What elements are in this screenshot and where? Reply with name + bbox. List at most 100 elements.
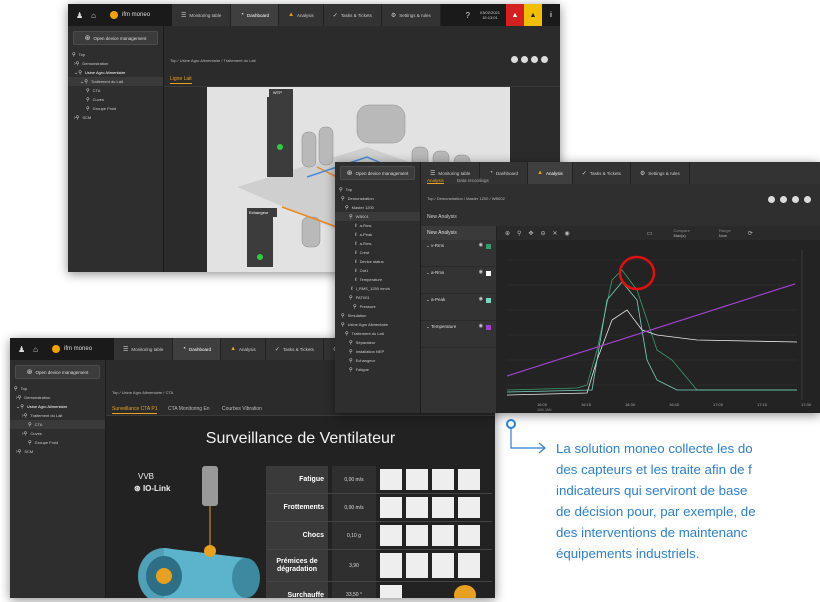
refresh-icon[interactable]: ⟳ [748,230,753,237]
series-item[interactable]: ⌄ a-Rms ◉ [421,267,496,294]
tree-item[interactable]: ⚲ Echangeur [335,356,420,365]
tree-item[interactable]: ⚲ Simulation [335,311,420,320]
tab-settings[interactable]: ⚙ Settings & rules [382,4,441,26]
series-color-swatch[interactable] [486,325,491,330]
tree-item[interactable]: ⚲ Demonstration [335,194,420,203]
tab-courbes-vibration[interactable]: Courbes Vibration [222,406,262,412]
open-device-management-button[interactable]: ⊛ Open device management [15,365,100,379]
zoom-in-icon[interactable]: ⊕ [505,230,510,237]
alarm-badge[interactable]: ▲ [506,4,524,26]
tree-item-usine[interactable]: ⌄⚲ Usine Agro Alimentaire [10,402,105,411]
series-item[interactable]: ⌄ Temperature ◉ [421,321,496,348]
tab-ligne-lait[interactable]: Ligne Lait [170,76,192,84]
node-icon: ⚲ [86,96,90,103]
ruler-icon[interactable]: ▭ [647,230,653,237]
tab-settings[interactable]: ⚙ Settings & rules [631,162,690,184]
eye-icon[interactable]: ◉ [479,269,483,275]
tree-item[interactable]: ⚲ Traitement du Lait [335,329,420,338]
tab-analysis[interactable]: ▲ Analysis [221,338,266,360]
info-icon[interactable]: i [542,4,560,26]
tree-item-demonstration[interactable]: ›⚲ Demonstration [68,59,163,68]
pin-icon[interactable] [521,56,528,63]
reset-icon[interactable]: ✕ [553,230,558,237]
compare-select[interactable]: Compare Max(s) [673,228,689,238]
add-icon[interactable] [511,56,518,63]
tree-item-cta[interactable]: ⚲ CTA [68,86,163,95]
tab-monitoring-table[interactable]: ☰ Monitoring table [114,338,174,360]
series-list: ⌄ v-Rms ◉ ⌄ a-Rms ◉ ⌄ a-Peak ◉ ⌄ Temperature ◉ [421,240,496,348]
tree-item-groupe-froid[interactable]: ⚲ Groupe Froid [68,104,163,113]
pan-icon[interactable]: ✥ [528,230,533,237]
warning-badge[interactable]: ▲ [524,4,542,26]
tree-item-scm[interactable]: ›⚲ SCM [68,113,163,122]
eye-icon[interactable]: ◉ [479,296,483,302]
tab-analysis[interactable]: ▲ Analysis [528,162,573,184]
save-icon[interactable] [792,196,799,203]
edit-icon[interactable] [531,56,538,63]
series-item[interactable]: ⌄ v-Rms ◉ [421,240,496,267]
download-icon[interactable] [768,196,775,203]
tab-surveillance-cta[interactable]: Surveillance CTA P1 [112,406,158,414]
home-icon[interactable]: ⌂ [33,345,38,354]
tree-item[interactable]: ⚲ WB001 [335,212,420,221]
tree-item-traitement[interactable]: ›⚲ Traitement du Lait [10,411,105,420]
series-color-swatch[interactable] [486,244,491,249]
tab-tasks[interactable]: ✓ Tasks & Tickets [266,338,324,360]
tree-item[interactable]: ℓ Out1 [335,266,420,275]
eye-icon[interactable]: ◉ [479,323,483,329]
zoom-out-icon[interactable]: ⊖ [540,230,545,237]
tree-item[interactable]: ℓ a-Rms [335,239,420,248]
tree-item-groupe-froid[interactable]: ⚲ Groupe Froid [10,438,105,447]
tab-dashboard[interactable]: ◔ Dashboard [231,4,280,26]
tree-item[interactable]: ℓ Device status [335,257,420,266]
tree-item-traitement[interactable]: ⌄⚲ Traitement du Lait [68,77,163,86]
tree-item[interactable]: ⚲ PAT001 [335,293,420,302]
bearing-icon [432,553,454,578]
tree-item[interactable]: ⚲ Installation NEP [335,347,420,356]
tree-item-cta[interactable]: ⚲ CTA [10,420,105,429]
help-icon[interactable]: ? [466,11,470,20]
series-color-swatch[interactable] [486,298,491,303]
add-icon[interactable] [780,196,787,203]
tree-item[interactable]: ⚲ Pressure [335,302,420,311]
home-icon[interactable]: ⌂ [91,11,96,20]
tab-tasks[interactable]: ✓ Tasks & Tickets [324,4,382,26]
tree-item-usine[interactable]: ⌄⚲ Usine Agro Alimentaire [68,68,163,77]
tab-cta-monitoring[interactable]: CTA Monitoring En [168,406,210,412]
tree-item[interactable]: ⚲ Master 1200 [335,203,420,212]
caption-line: La solution moneo collecte les do [556,441,753,456]
tree-item[interactable]: ℓ a-Peak [335,230,420,239]
user-icon[interactable]: ♟ [76,11,83,20]
tree-item-cuves[interactable]: ›⚲ Cuves [10,429,105,438]
tree-item-scm[interactable]: ›⚲ SCM [10,447,105,456]
tree-item-demonstration[interactable]: ›⚲ Demonstration [10,393,105,402]
delete-icon[interactable] [804,196,811,203]
tree-item[interactable]: ⚲ Fatigue [335,365,420,374]
tab-tasks[interactable]: ✓ Tasks & Tickets [573,162,631,184]
tree-item[interactable]: ℓ a-Rms [335,221,420,230]
tab-analysis[interactable]: ▲ Analysis [279,4,324,26]
tab-monitoring-table[interactable]: ☰ Monitoring table [172,4,232,26]
range-select[interactable]: Range Now [719,228,731,238]
open-device-management-button[interactable]: ⊛ Open device management [340,166,415,180]
tree-item-top[interactable]: ⚲ Top [10,384,105,393]
tree-item[interactable]: ℓ Crest [335,248,420,257]
tab-dashboard[interactable]: ◔ Dashboard [173,338,222,360]
tree-item[interactable]: ℓ I_RMS_1250 mm/s [335,284,420,293]
tree-item[interactable]: ⚲ Séparateur [335,338,420,347]
series-color-swatch[interactable] [486,271,491,276]
tree-item-cuves[interactable]: ⚲ Cuves [68,95,163,104]
tree-item[interactable]: ⚲ Usine Agro Alimentaire [335,320,420,329]
tree-item[interactable]: ⚲ Top [335,185,420,194]
tree-item-top[interactable]: ⚲ Top [68,50,163,59]
eye-icon[interactable]: ◉ [565,230,570,237]
eye-icon[interactable]: ◉ [479,242,483,248]
open-device-management-button[interactable]: ⊛ Open device management [73,31,158,45]
tree-item[interactable]: ℓ Temperature [335,275,420,284]
user-icon[interactable]: ♟ [18,345,25,354]
search-icon[interactable]: ⚲ [517,230,521,237]
delete-icon[interactable] [541,56,548,63]
subtab-data-recordings[interactable]: Data recordings [457,178,489,183]
series-item[interactable]: ⌄ a-Peak ◉ [421,294,496,321]
subtab-analysis[interactable]: Analysis [427,178,444,184]
